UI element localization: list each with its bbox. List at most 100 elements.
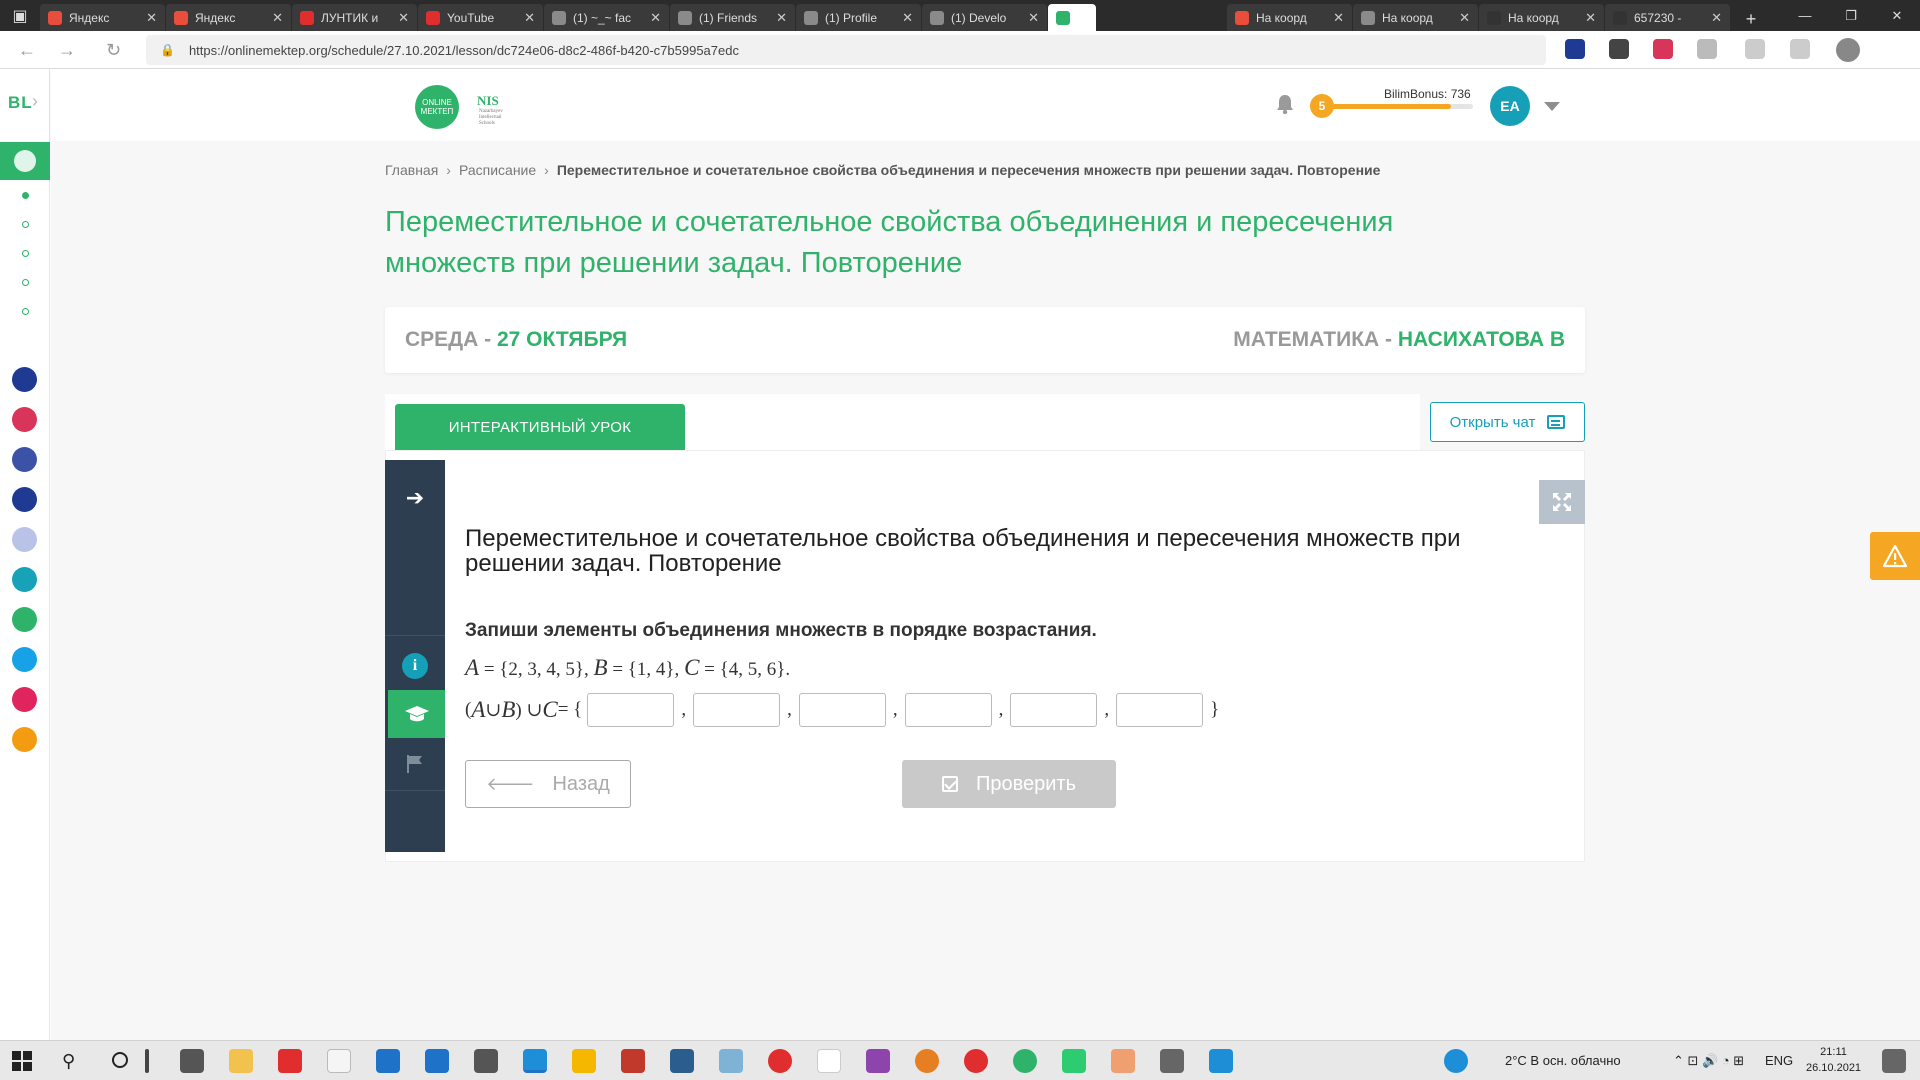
sidebar-item-onlinemektep[interactable] xyxy=(0,142,50,180)
answer-input-6[interactable] xyxy=(1116,693,1204,727)
taskbar-app-icon[interactable] xyxy=(1111,1049,1135,1073)
file-icon[interactable] xyxy=(327,1049,351,1073)
task-view-icon[interactable] xyxy=(145,1049,149,1073)
close-tab-icon[interactable]: ✕ xyxy=(1333,10,1344,26)
close-tab-icon[interactable]: ✕ xyxy=(1711,10,1722,26)
search-icon[interactable]: ⚲ xyxy=(62,1051,75,1072)
reload-icon[interactable]: ↻ xyxy=(106,40,121,61)
answer-input-3[interactable] xyxy=(798,693,886,727)
tab-interactive-lesson[interactable]: ИНТЕРАКТИВНЫЙ УРОК xyxy=(395,404,685,450)
answer-input-4[interactable] xyxy=(904,693,992,727)
bookmark-icon[interactable] xyxy=(1745,39,1765,59)
chevron-down-icon[interactable] xyxy=(1544,102,1560,111)
mail-icon[interactable] xyxy=(376,1049,400,1073)
xbox-icon[interactable] xyxy=(1062,1049,1086,1073)
minimize-icon[interactable]: — xyxy=(1782,0,1828,31)
sidebar-app-icon[interactable] xyxy=(12,727,37,752)
check-button[interactable]: Проверить xyxy=(902,760,1116,808)
sidebar-app-icon[interactable] xyxy=(12,367,37,392)
taskbar-app-icon[interactable] xyxy=(180,1049,204,1073)
clock[interactable]: 21:11 26.10.2021 xyxy=(1806,1044,1861,1076)
close-tab-icon[interactable]: ✕ xyxy=(776,10,787,26)
browser-tab[interactable]: ЛУНТИК и ✕ xyxy=(292,4,417,31)
close-tab-icon[interactable]: ✕ xyxy=(650,10,661,26)
sidebar-dot[interactable] xyxy=(22,308,29,315)
answer-input-5[interactable] xyxy=(1010,693,1098,727)
browser-tab[interactable]: Яндекс ✕ xyxy=(166,4,291,31)
extension-icon[interactable] xyxy=(1653,39,1673,59)
browser-tab[interactable]: На коорд ✕ xyxy=(1227,4,1352,31)
browser-tab[interactable]: (1) Friends ✕ xyxy=(670,4,795,31)
sidebar-dot[interactable] xyxy=(22,192,29,199)
yandex-browser-icon[interactable] xyxy=(964,1049,988,1073)
sidebar-app-icon[interactable] xyxy=(12,647,37,672)
onlinemektep-logo[interactable]: ONLINE МЕКТЕП xyxy=(415,85,459,129)
sidebar-app-icon[interactable] xyxy=(12,527,37,552)
taskbar-app-icon[interactable] xyxy=(866,1049,890,1073)
close-tab-icon[interactable]: ✕ xyxy=(398,10,409,26)
tab-menu-icon[interactable]: ▣ xyxy=(0,0,40,31)
folder-icon[interactable] xyxy=(229,1049,253,1073)
help-icon[interactable] xyxy=(1444,1049,1468,1073)
graduation-cap-button[interactable] xyxy=(388,690,445,738)
next-arrow-icon[interactable]: ➔ xyxy=(385,474,445,522)
bell-icon[interactable] xyxy=(1275,93,1295,115)
chevron-right-icon[interactable]: › xyxy=(32,91,38,112)
sidebar-app-icon[interactable] xyxy=(12,687,37,712)
chrome-icon[interactable] xyxy=(1013,1049,1037,1073)
cortana-icon[interactable] xyxy=(112,1052,128,1068)
sidebar-app-icon[interactable] xyxy=(12,607,37,632)
close-tab-icon[interactable]: ✕ xyxy=(902,10,913,26)
answer-input-1[interactable] xyxy=(587,693,675,727)
browser-tab[interactable]: YouTube ✕ xyxy=(418,4,543,31)
taskbar-app-icon[interactable] xyxy=(670,1049,694,1073)
taskbar-app-icon[interactable] xyxy=(719,1049,743,1073)
maximize-icon[interactable]: ❐ xyxy=(1828,0,1874,31)
close-tab-icon[interactable]: ✕ xyxy=(1028,10,1039,26)
new-tab-button[interactable]: + xyxy=(1737,7,1765,31)
dropbox-icon[interactable] xyxy=(425,1049,449,1073)
browser-tab[interactable]: Яндекс ✕ xyxy=(40,4,165,31)
yandex-icon[interactable] xyxy=(278,1049,302,1073)
taskbar-app-icon[interactable] xyxy=(572,1049,596,1073)
close-tab-icon[interactable]: ✕ xyxy=(1585,10,1596,26)
taskbar-app-icon[interactable] xyxy=(474,1049,498,1073)
weather-text[interactable]: 2°C В осн. облачно xyxy=(1505,1053,1621,1068)
taskbar-app-icon[interactable] xyxy=(1209,1049,1233,1073)
close-tab-icon[interactable]: ✕ xyxy=(524,10,535,26)
sidebar-app-icon[interactable] xyxy=(12,447,37,472)
back-button[interactable]: 🡐 Назад xyxy=(465,760,631,808)
sidebar-app-icon[interactable] xyxy=(12,407,37,432)
browser-tab[interactable]: На коорд ✕ xyxy=(1479,4,1604,31)
flag-button[interactable] xyxy=(385,740,445,788)
info-button[interactable]: i xyxy=(385,642,445,690)
collections-icon[interactable] xyxy=(1790,39,1810,59)
breadcrumb-home[interactable]: Главная xyxy=(385,162,438,178)
answer-input-2[interactable] xyxy=(693,693,781,727)
report-problem-button[interactable] xyxy=(1870,532,1920,580)
close-window-icon[interactable]: ✕ xyxy=(1874,0,1920,31)
mouse-icon[interactable] xyxy=(1160,1049,1184,1073)
opera-icon[interactable] xyxy=(768,1049,792,1073)
close-tab-icon[interactable]: ✕ xyxy=(1459,10,1470,26)
sidebar-dot[interactable] xyxy=(22,221,29,228)
notifications-icon[interactable] xyxy=(1882,1049,1906,1073)
extension-icon[interactable] xyxy=(1609,39,1629,59)
avatar[interactable]: EA xyxy=(1490,86,1530,126)
browser-profile-icon[interactable] xyxy=(1836,38,1860,62)
edge-icon[interactable] xyxy=(523,1049,547,1073)
extension-icon[interactable] xyxy=(1565,39,1585,59)
bl-logo[interactable]: BL xyxy=(8,93,33,113)
browser-tab[interactable]: (1) Profile ✕ xyxy=(796,4,921,31)
browser-tab[interactable]: (1) Develo ✕ xyxy=(922,4,1047,31)
fullscreen-button[interactable] xyxy=(1539,480,1585,524)
firefox-icon[interactable] xyxy=(915,1049,939,1073)
browser-tab[interactable] xyxy=(1048,4,1096,31)
browser-tab[interactable]: (1) ~_~ fac ✕ xyxy=(544,4,669,31)
amazon-icon[interactable] xyxy=(817,1049,841,1073)
url-field[interactable]: 🔒 https://onlinemektep.org/schedule/27.1… xyxy=(146,35,1546,65)
close-tab-icon[interactable]: ✕ xyxy=(146,10,157,26)
sidebar-app-icon[interactable] xyxy=(12,487,37,512)
extension-icon[interactable] xyxy=(1697,39,1717,59)
browser-tab[interactable]: На коорд ✕ xyxy=(1353,4,1478,31)
